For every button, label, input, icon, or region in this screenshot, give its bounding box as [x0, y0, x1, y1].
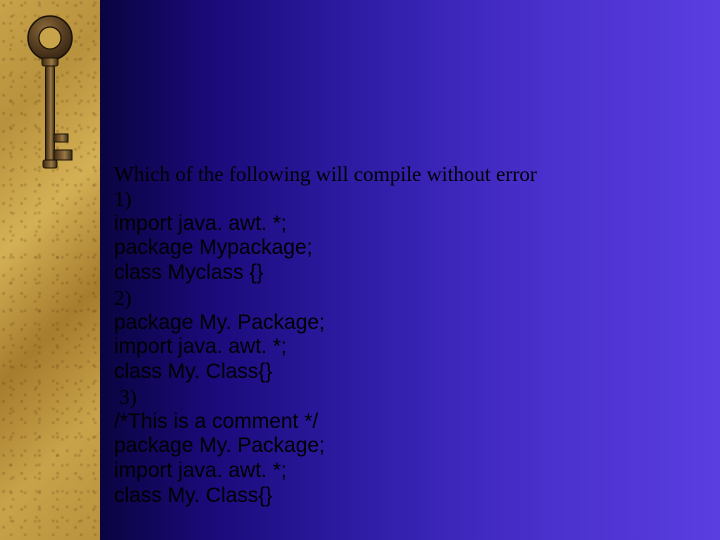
option-2-code-line: import java. awt. *; [114, 335, 674, 360]
option-1-code-line: import java. awt. *; [114, 212, 674, 237]
key-icon [22, 12, 78, 182]
option-2-code-line: package My. Package; [114, 311, 674, 336]
option-2-label: 2) [114, 286, 674, 311]
content-area: Which of the following will compile with… [100, 0, 720, 540]
option-3-label: 3) [114, 385, 674, 410]
option-1-label: 1) [114, 187, 674, 212]
option-3-code-line: class My. Class{} [114, 484, 674, 509]
question-block: Which of the following will compile with… [114, 162, 674, 509]
option-2-code-line: class My. Class{} [114, 360, 674, 385]
slide: Which of the following will compile with… [0, 0, 720, 540]
question-text: Which of the following will compile with… [114, 162, 674, 187]
option-3-code-line: import java. awt. *; [114, 459, 674, 484]
option-1-code-line: package Mypackage; [114, 236, 674, 261]
option-3-code-line: package My. Package; [114, 434, 674, 459]
sidebar-texture [0, 0, 100, 540]
option-3-code-line: /*This is a comment */ [114, 410, 674, 435]
option-1-code-line: class Myclass {} [114, 261, 674, 286]
